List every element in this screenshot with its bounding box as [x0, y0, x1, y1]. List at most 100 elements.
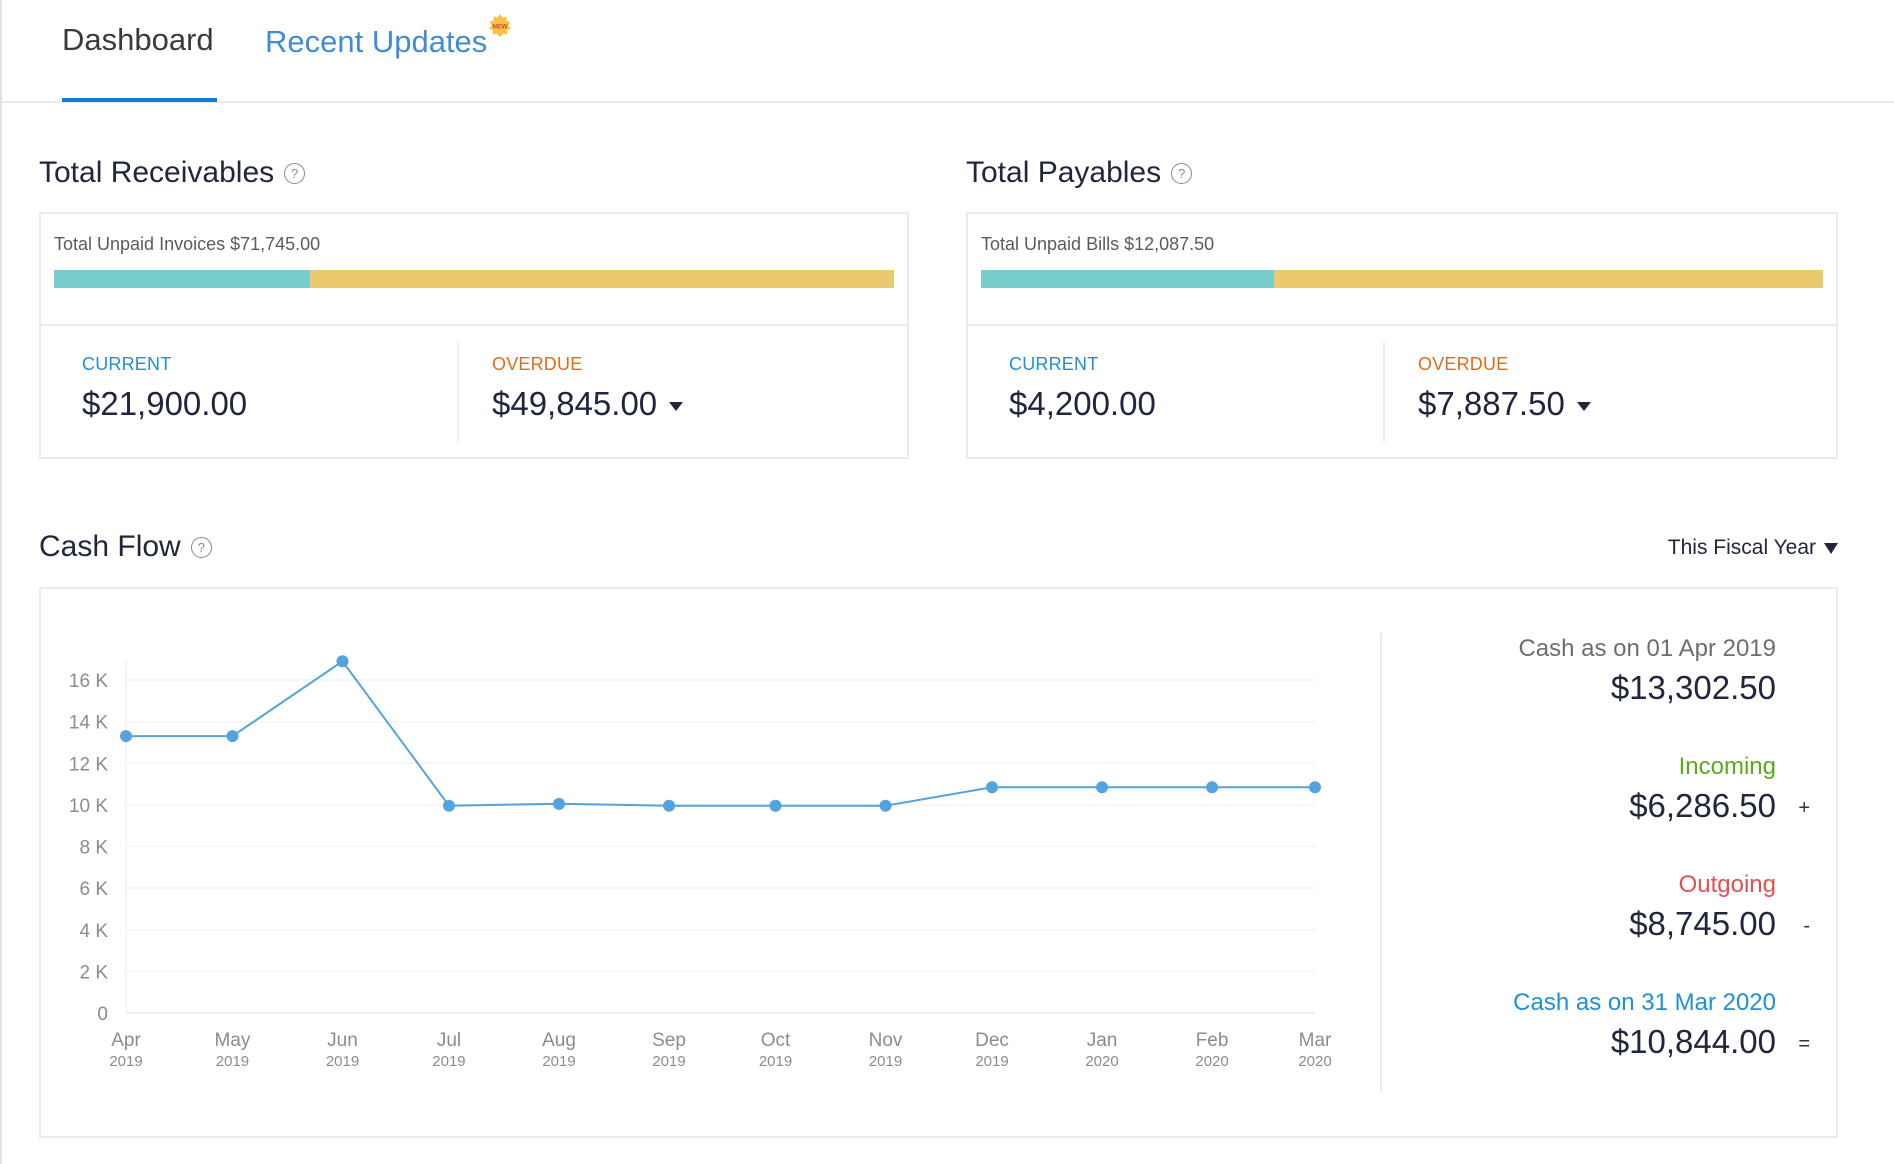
help-icon[interactable]: ? — [190, 536, 212, 558]
x-tick-year: 2020 — [1195, 1053, 1228, 1070]
receivables-section-title: Total Receivables ? — [39, 156, 306, 190]
column-divider — [1383, 342, 1385, 442]
current-value: $21,900.00 — [82, 385, 248, 422]
left-edge-border — [0, 0, 2, 1164]
caret-down-icon[interactable] — [1576, 401, 1591, 411]
closing-cash-value: $10,844.00 — [1610, 1023, 1776, 1060]
payables-overdue[interactable]: OVERDUE $7,887.50 — [1418, 354, 1591, 423]
overdue-label: OVERDUE — [492, 354, 583, 374]
data-point — [1206, 781, 1219, 794]
help-icon[interactable]: ? — [1171, 162, 1193, 184]
total-unpaid-invoices: Total Unpaid Invoices $71,745.00 — [54, 234, 321, 254]
data-point — [1309, 781, 1321, 794]
data-point — [442, 799, 455, 812]
y-tick-label: 0 — [97, 1004, 108, 1025]
x-tick-month: Jun — [327, 1030, 358, 1051]
new-badge-icon: NEW — [489, 14, 511, 37]
tab-bar: Dashboard Recent Updates NEW — [2, 0, 1894, 103]
tab-recent-updates[interactable]: Recent Updates — [265, 24, 487, 60]
help-icon[interactable]: ? — [284, 162, 306, 184]
new-badge-text: NEW — [492, 24, 508, 31]
payables-progress-bar — [981, 270, 1823, 288]
data-point — [879, 799, 892, 812]
overdue-label: OVERDUE — [1418, 354, 1509, 374]
y-tick-label: 14 K — [69, 713, 108, 734]
opening-cash-label: Cash as on 01 Apr 2019 — [1518, 635, 1776, 662]
incoming-value: $6,286.50 — [1629, 787, 1776, 824]
cash-flow-title: Cash Flow — [39, 530, 181, 563]
x-tick-month: Nov — [869, 1030, 903, 1051]
payables-current[interactable]: CURRENT $4,200.00 — [1009, 354, 1156, 423]
x-tick-year: 2019 — [216, 1053, 249, 1070]
data-point — [226, 730, 239, 743]
plus-operator: + — [1798, 797, 1810, 819]
y-tick-label: 12 K — [69, 754, 108, 775]
payables-current-fill — [981, 270, 1274, 288]
receivables-title: Total Receivables — [39, 156, 275, 189]
fiscal-year-dropdown[interactable]: This Fiscal Year — [1668, 536, 1838, 560]
opening-cash: Cash as on 01 Apr 2019 $13,302.50 — [1376, 635, 1776, 707]
payables-title: Total Payables — [966, 156, 1162, 189]
current-label: CURRENT — [1009, 354, 1099, 374]
incoming-cash: Incoming $6,286.50 + — [1376, 753, 1810, 825]
caret-down-icon — [1824, 542, 1838, 554]
opening-cash-value: $13,302.50 — [1610, 669, 1776, 706]
x-tick-month: Apr — [111, 1030, 141, 1051]
outgoing-label: Outgoing — [1678, 871, 1776, 898]
x-tick-month: Oct — [761, 1030, 791, 1051]
closing-cash-label: Cash as on 31 Mar 2020 — [1513, 989, 1776, 1016]
y-tick-label: 4 K — [79, 921, 108, 942]
x-tick-year: 2019 — [652, 1053, 685, 1070]
x-tick-month: Mar — [1299, 1030, 1332, 1051]
receivables-current-fill — [54, 270, 311, 288]
y-tick-label: 2 K — [79, 962, 108, 983]
x-tick-month: Aug — [542, 1030, 576, 1051]
active-tab-indicator — [62, 98, 217, 102]
y-tick-label: 6 K — [79, 879, 108, 900]
x-tick-year: 2019 — [326, 1053, 359, 1070]
data-point — [986, 781, 999, 794]
y-tick-label: 16 K — [69, 671, 108, 692]
x-tick-month: Dec — [975, 1030, 1009, 1051]
total-unpaid-bills: Total Unpaid Bills $12,087.50 — [981, 234, 1215, 254]
x-tick-month: Sep — [652, 1030, 686, 1051]
outgoing-cash: Outgoing $8,745.00 - — [1376, 871, 1810, 943]
cash-flow-chart: 0 2 K 4 K 6 K 8 K 10 K 12 K 14 K 16 K Apr 2019 May 2… — [69, 655, 1332, 1070]
x-tick-year: 2019 — [542, 1053, 575, 1070]
y-tick-label: 8 K — [79, 838, 108, 859]
cash-series-line — [126, 659, 1315, 807]
minus-operator: - — [1803, 915, 1810, 937]
current-label: CURRENT — [82, 354, 172, 374]
tab-dashboard[interactable]: Dashboard — [62, 22, 214, 58]
receivables-overdue[interactable]: OVERDUE $49,845.00 — [492, 354, 684, 423]
data-point — [336, 655, 349, 668]
data-point — [769, 799, 782, 812]
data-point — [1096, 781, 1109, 794]
payables-section-title: Total Payables ? — [966, 156, 1193, 190]
x-tick-year: 2020 — [1298, 1053, 1331, 1070]
x-tick-month: Jul — [437, 1030, 461, 1051]
x-tick-year: 2019 — [109, 1053, 142, 1070]
receivables-current[interactable]: CURRENT $21,900.00 — [82, 354, 247, 423]
fiscal-year-label: This Fiscal Year — [1667, 536, 1816, 559]
x-tick-year: 2019 — [869, 1053, 902, 1070]
x-tick-year: 2020 — [1085, 1053, 1118, 1070]
cash-flow-section-title: Cash Flow ? — [39, 530, 212, 564]
x-tick-year: 2019 — [975, 1053, 1008, 1070]
receivables-progress-bar — [54, 270, 894, 288]
caret-down-icon[interactable] — [669, 401, 684, 411]
equals-operator: = — [1798, 1033, 1810, 1055]
x-tick-year: 2019 — [759, 1053, 792, 1070]
receivables-card: Total Unpaid Invoices $71,745.00 CURRENT… — [39, 212, 909, 459]
data-point — [663, 799, 676, 812]
current-value: $4,200.00 — [1009, 385, 1156, 422]
overdue-value: $7,887.50 — [1418, 385, 1565, 422]
closing-cash: Cash as on 31 Mar 2020 $10,844.00 = — [1376, 989, 1810, 1061]
x-tick-month: Feb — [1196, 1030, 1229, 1051]
column-divider — [457, 342, 459, 442]
payables-card: Total Unpaid Bills $12,087.50 CURRENT $4… — [966, 212, 1838, 459]
data-point — [553, 797, 566, 810]
receivables-card-top: Total Unpaid Invoices $71,745.00 — [41, 214, 907, 326]
overdue-value: $49,845.00 — [492, 385, 658, 422]
x-tick-month: Jan — [1087, 1030, 1118, 1051]
